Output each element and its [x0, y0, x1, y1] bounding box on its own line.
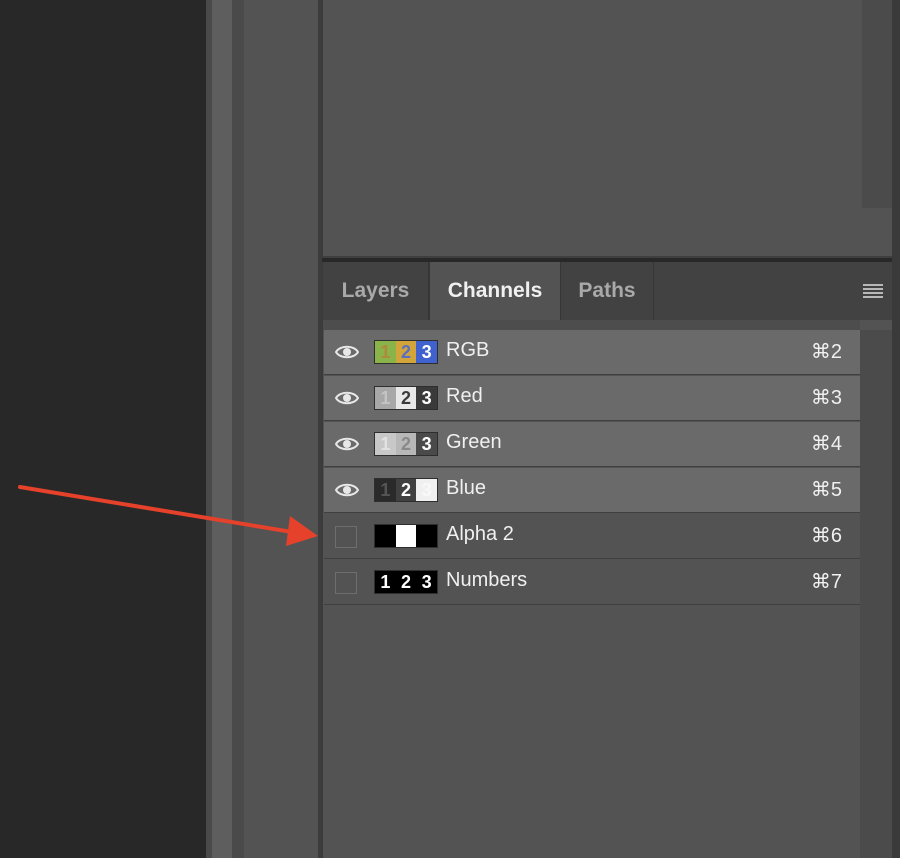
- channels-list-header-gap: [323, 320, 860, 330]
- left-strip-divider: [232, 0, 244, 858]
- eye-icon[interactable]: [334, 481, 360, 499]
- thumbnail-digit: 3: [416, 341, 437, 363]
- thumbnail-digit: 2: [395, 479, 417, 501]
- channel-name: Numbers: [446, 569, 528, 591]
- thumbnail-digit: 2: [395, 433, 417, 455]
- thumbnail-digit: 2: [395, 341, 417, 363]
- channel-shortcut: ⌘2: [810, 341, 842, 363]
- channel-thumbnail: 123: [374, 340, 438, 364]
- thumbnail-digit: [395, 525, 417, 547]
- side-panel-column: [244, 0, 318, 858]
- thumbnail-digit: 1: [375, 341, 396, 363]
- thumbnail-digit: 3: [416, 571, 437, 593]
- tab-channels[interactable]: Channels: [429, 262, 561, 320]
- channel-name: Green: [446, 431, 502, 453]
- channel-shortcut: ⌘7: [810, 571, 842, 593]
- thumbnail-digit: 2: [395, 387, 417, 409]
- thumbnail-digit: 1: [375, 387, 396, 409]
- thumbnail-digit: 1: [375, 571, 396, 593]
- eye-icon[interactable]: [334, 343, 360, 361]
- channel-row[interactable]: Alpha 2 ⌘6: [324, 514, 860, 559]
- channels-panel-tabbar: Layers Channels Paths: [322, 262, 892, 320]
- channel-name: Red: [446, 385, 483, 407]
- thumbnail-digit: 3: [416, 479, 437, 501]
- visibility-toggle[interactable]: [335, 526, 357, 548]
- channel-row[interactable]: 1 2 3 Red ⌘3: [324, 376, 860, 421]
- visibility-toggle[interactable]: [335, 572, 357, 594]
- thumbnail-digit: 3: [416, 387, 437, 409]
- tab-layers[interactable]: Layers: [323, 262, 429, 320]
- thumbnail-digit: 2: [395, 571, 417, 593]
- eye-icon[interactable]: [334, 435, 360, 453]
- channel-row[interactable]: 1 2 3 RGB ⌘2: [324, 330, 860, 375]
- channel-name: RGB: [446, 339, 490, 361]
- channel-row[interactable]: 1 2 3 Green ⌘4: [324, 422, 860, 467]
- channel-name: Alpha 2: [446, 523, 514, 545]
- channel-thumbnail: 123: [374, 386, 438, 410]
- eye-icon[interactable]: [334, 389, 360, 407]
- thumbnail-digit: 1: [375, 479, 396, 501]
- channel-row[interactable]: 1 2 3 Numbers ⌘7: [324, 560, 860, 605]
- thumbnail-digit: [375, 525, 396, 547]
- channel-shortcut: ⌘4: [810, 433, 842, 455]
- thumbnail-digit: 1: [375, 433, 396, 455]
- thumbnail-digit: [416, 525, 437, 547]
- channel-row[interactable]: 1 2 3 Blue ⌘5: [324, 468, 860, 513]
- right-edge: [892, 0, 900, 858]
- channel-thumbnail: [374, 524, 438, 548]
- channel-thumbnail: 123: [374, 570, 438, 594]
- left-strip-light: [212, 0, 232, 858]
- channel-thumbnail: 123: [374, 478, 438, 502]
- tab-paths[interactable]: Paths: [561, 262, 654, 320]
- upper-panel-scrollbar[interactable]: [862, 0, 892, 208]
- upper-empty-panel: [322, 0, 894, 258]
- channel-thumbnail: 123: [374, 432, 438, 456]
- hamburger-menu-icon[interactable]: [863, 284, 883, 298]
- channel-shortcut: ⌘6: [810, 525, 842, 547]
- channel-shortcut: ⌘5: [810, 479, 842, 501]
- thumbnail-digit: 3: [416, 433, 437, 455]
- channels-list-scrollbar[interactable]: [860, 330, 892, 858]
- channel-shortcut: ⌘3: [810, 387, 842, 409]
- channel-name: Blue: [446, 477, 487, 499]
